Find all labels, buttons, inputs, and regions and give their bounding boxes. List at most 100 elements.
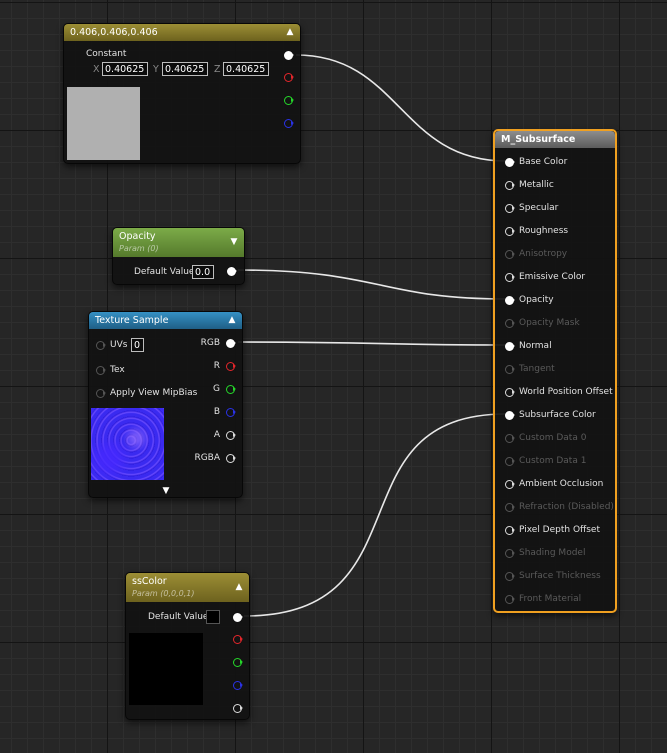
default-value-input[interactable]: [192, 265, 214, 279]
sscolor-node-title: ssColor: [132, 576, 167, 587]
y-axis-label: Y: [153, 64, 159, 75]
output-pin-a[interactable]: [232, 704, 243, 713]
input-pin-front-material: [504, 595, 515, 604]
input-label-ambient-occlusion: Ambient Occlusion: [519, 479, 604, 489]
input-pin-world-position-offset[interactable]: [504, 388, 515, 397]
default-value-label: Default Value: [148, 612, 209, 622]
output-pin-rgb[interactable]: [283, 51, 294, 60]
input-label-opacity: Opacity: [519, 295, 554, 305]
input-label-tangent: Tangent: [519, 364, 555, 374]
output-label-a: A: [213, 430, 220, 440]
texture-preview-thumbnail: [91, 408, 164, 480]
wire-constant-to-base-color: [295, 54, 507, 162]
tex-label: Tex: [110, 365, 125, 375]
x-axis-label: X: [93, 64, 100, 75]
output-label-r: R: [213, 361, 220, 371]
default-value-label: Default Value: [134, 267, 195, 277]
opacity-node-header[interactable]: Opacity Param (0) ▼: [113, 228, 244, 257]
material-node-title: M_Subsurface: [501, 134, 576, 145]
texture-sample-node[interactable]: Texture Sample ▲ UVs Tex Apply View MipB…: [88, 311, 243, 498]
output-label-g: G: [213, 384, 220, 394]
output-label-rgba: RGBA: [194, 453, 220, 463]
input-pin-anisotropy: [504, 250, 515, 259]
opacity-node-subtitle: Param (0): [119, 244, 159, 253]
output-pin-a[interactable]: [225, 431, 236, 440]
input-pin-mipbias[interactable]: [95, 389, 106, 398]
input-label-refraction-disabled: Refraction (Disabled): [519, 502, 614, 512]
input-pin-ambient-occlusion[interactable]: [504, 480, 515, 489]
output-pin[interactable]: [226, 267, 237, 276]
chevron-up-icon[interactable]: ▲: [284, 26, 296, 38]
constant-node[interactable]: 0.406,0.406,0.406 ▲ Constant X Y Z: [63, 23, 301, 164]
input-pin-base-color[interactable]: [504, 158, 515, 167]
input-label-specular: Specular: [519, 203, 559, 213]
input-label-opacity-mask: Opacity Mask: [519, 318, 580, 328]
chevron-down-icon[interactable]: ▼: [160, 485, 172, 497]
input-label-world-position-offset: World Position Offset: [519, 387, 613, 397]
chevron-down-icon[interactable]: ▼: [228, 236, 240, 248]
input-pin-normal[interactable]: [504, 342, 515, 351]
input-label-base-color: Base Color: [519, 157, 568, 167]
input-label-custom-data-0: Custom Data 0: [519, 433, 587, 443]
input-pin-uvs[interactable]: [95, 341, 106, 350]
output-label-b: B: [213, 407, 220, 417]
input-label-emissive-color: Emissive Color: [519, 272, 586, 282]
output-pin-b[interactable]: [283, 119, 294, 128]
sscolor-node-header[interactable]: ssColor Param (0,0,0,1) ▲: [126, 573, 249, 602]
output-pin-r[interactable]: [225, 362, 236, 371]
input-pin-roughness[interactable]: [504, 227, 515, 236]
output-pin-rgb[interactable]: [225, 339, 236, 348]
input-pin-tex[interactable]: [95, 366, 106, 375]
input-label-front-material: Front Material: [519, 594, 582, 604]
material-node-header[interactable]: M_Subsurface: [495, 131, 615, 148]
sscolor-param-node[interactable]: ssColor Param (0,0,0,1) ▲ Default Value: [125, 572, 250, 720]
input-label-metallic: Metallic: [519, 180, 554, 190]
color-preview-swatch: [67, 87, 140, 160]
input-label-custom-data-1: Custom Data 1: [519, 456, 587, 466]
output-pin-b[interactable]: [232, 681, 243, 690]
texture-node-header[interactable]: Texture Sample ▲: [89, 312, 242, 329]
chevron-up-icon[interactable]: ▲: [233, 581, 245, 593]
input-label-shading-model: Shading Model: [519, 548, 586, 558]
output-pin-g[interactable]: [232, 658, 243, 667]
input-pin-specular[interactable]: [504, 204, 515, 213]
input-pin-refraction-disabled: [504, 503, 515, 512]
input-pin-custom-data-0: [504, 434, 515, 443]
input-pin-custom-data-1: [504, 457, 515, 466]
y-value-input[interactable]: [162, 62, 208, 76]
z-value-input[interactable]: [223, 62, 269, 76]
output-pin-r[interactable]: [232, 635, 243, 644]
output-pin-rgba[interactable]: [225, 454, 236, 463]
chevron-up-icon[interactable]: ▲: [226, 314, 238, 326]
input-label-anisotropy: Anisotropy: [519, 249, 568, 259]
texture-node-title: Texture Sample: [95, 315, 169, 326]
output-label-rgb: RGB: [200, 338, 220, 348]
opacity-param-node[interactable]: Opacity Param (0) ▼ Default Value: [112, 227, 245, 285]
input-pin-opacity[interactable]: [504, 296, 515, 305]
x-value-input[interactable]: [102, 62, 148, 76]
input-pin-tangent: [504, 365, 515, 374]
uvs-input[interactable]: [131, 338, 144, 352]
sscolor-node-subtitle: Param (0,0,0,1): [132, 589, 195, 598]
wire-sscolor-to-subsurface: [243, 413, 507, 617]
output-pin-r[interactable]: [283, 73, 294, 82]
mipbias-label: Apply View MipBias: [110, 388, 198, 398]
constant-node-header[interactable]: 0.406,0.406,0.406 ▲: [64, 24, 300, 41]
constant-node-title: 0.406,0.406,0.406: [70, 27, 158, 38]
default-color-swatch[interactable]: [206, 610, 220, 624]
constant-label: Constant: [86, 49, 127, 59]
z-axis-label: Z: [214, 64, 221, 75]
output-pin-g[interactable]: [283, 96, 294, 105]
input-pin-pixel-depth-offset[interactable]: [504, 526, 515, 535]
input-pin-emissive-color[interactable]: [504, 273, 515, 282]
input-pin-surface-thickness: [504, 572, 515, 581]
input-label-roughness: Roughness: [519, 226, 569, 236]
output-pin-rgb[interactable]: [232, 613, 243, 622]
output-pin-b[interactable]: [225, 408, 236, 417]
input-pin-shading-model: [504, 549, 515, 558]
output-pin-g[interactable]: [225, 385, 236, 394]
input-pin-metallic[interactable]: [504, 181, 515, 190]
input-label-surface-thickness: Surface Thickness: [519, 571, 601, 581]
material-result-node[interactable]: M_Subsurface Base Color Metallic Specular R…: [493, 129, 617, 613]
input-pin-subsurface-color[interactable]: [504, 411, 515, 420]
